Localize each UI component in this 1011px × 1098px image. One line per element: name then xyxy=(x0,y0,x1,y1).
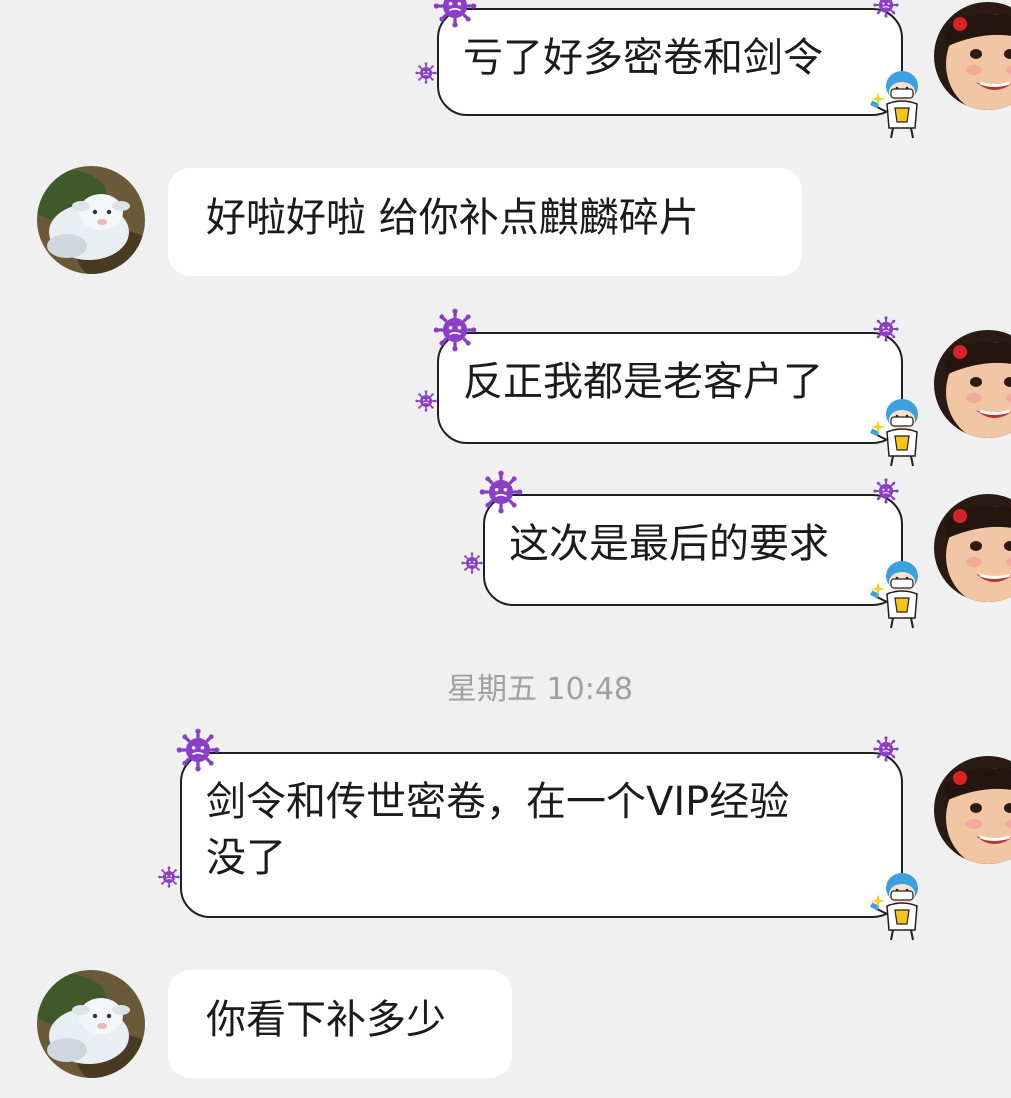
purple-virus-icon xyxy=(415,62,437,84)
purple-virus-icon xyxy=(433,0,477,28)
child-face-avatar-icon xyxy=(934,2,1011,110)
message-text: 好啦好啦 给你补点麒麟碎片 xyxy=(206,195,699,241)
avatar-other[interactable] xyxy=(37,970,145,1078)
sparkle-icon xyxy=(871,92,885,106)
avatar-other[interactable] xyxy=(37,166,145,274)
doctor-sticker-icon xyxy=(869,70,919,139)
message-bubble-outgoing[interactable]: 亏了好多密卷和剑令 xyxy=(415,0,919,139)
purple-virus-icon xyxy=(176,728,220,772)
purple-virus-icon xyxy=(873,478,899,504)
white-lamb-avatar-icon xyxy=(37,166,145,274)
message-timestamp: 星期五 10:48 xyxy=(447,672,633,707)
purple-virus-icon xyxy=(873,316,899,342)
doctor-sticker-icon xyxy=(869,398,919,467)
purple-virus-icon xyxy=(433,308,477,352)
message-bubble-outgoing[interactable]: 反正我都是老客户了 xyxy=(415,308,919,467)
child-face-avatar-icon xyxy=(934,494,1011,602)
message-text: 这次是最后的要求 xyxy=(509,521,829,567)
message-text-line-2: 没了 xyxy=(206,835,286,881)
avatar-self[interactable] xyxy=(934,2,1011,110)
sparkle-icon xyxy=(871,420,885,434)
message-bubble-outgoing[interactable]: 剑令和传世密卷，在一个VIP经验 没了 xyxy=(158,728,919,941)
message-text: 反正我都是老客户了 xyxy=(463,359,823,405)
white-lamb-avatar-icon xyxy=(37,970,145,1078)
purple-virus-icon xyxy=(873,0,899,18)
message-bubble-outgoing[interactable]: 这次是最后的要求 xyxy=(461,470,919,629)
doctor-sticker-icon xyxy=(869,872,919,941)
child-face-avatar-icon xyxy=(934,756,1011,864)
sparkle-icon xyxy=(871,894,885,908)
purple-virus-icon xyxy=(461,552,483,574)
message-bubble-incoming[interactable]: 好啦好啦 给你补点麒麟碎片 xyxy=(168,168,802,276)
purple-virus-icon xyxy=(479,470,523,514)
avatar-self[interactable] xyxy=(934,756,1011,864)
avatar-self[interactable] xyxy=(934,494,1011,602)
message-text: 你看下补多少 xyxy=(206,997,446,1043)
message-text-line-1: 剑令和传世密卷，在一个VIP经验 xyxy=(206,779,790,825)
sparkle-icon xyxy=(871,582,885,596)
chat-view: 亏了好多密卷和剑令 好啦好啦 给你补点麒麟碎片 反正我都是老客户了 这次是最后的… xyxy=(0,0,1011,1098)
child-face-avatar-icon xyxy=(934,330,1011,438)
avatar-self[interactable] xyxy=(934,330,1011,438)
message-text: 亏了好多密卷和剑令 xyxy=(463,35,823,81)
purple-virus-icon xyxy=(873,736,899,762)
doctor-sticker-icon xyxy=(869,560,919,629)
message-bubble-incoming[interactable]: 你看下补多少 xyxy=(168,970,512,1078)
purple-virus-icon xyxy=(158,866,180,888)
purple-virus-icon xyxy=(415,390,437,412)
